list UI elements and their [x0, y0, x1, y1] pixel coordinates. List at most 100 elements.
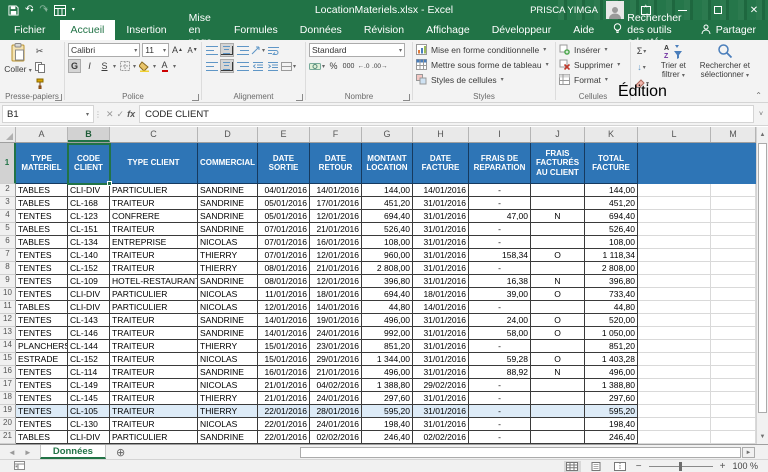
cell-C16[interactable]: TRAITEUR [110, 366, 198, 379]
cell-J14[interactable] [531, 340, 585, 353]
cell-K4[interactable]: 694,40 [585, 210, 638, 223]
cell-E9[interactable]: 08/01/2016 [258, 275, 310, 288]
column-header-D[interactable]: D [198, 127, 258, 142]
cell-H4[interactable]: 31/01/2016 [413, 210, 469, 223]
cell-G17[interactable]: 1 388,80 [362, 379, 413, 392]
cell-I11[interactable]: - [469, 301, 531, 314]
cell-A14[interactable]: PLANCHERS [16, 340, 68, 353]
cell-C21[interactable]: PARTICULIER [110, 431, 198, 444]
cell-I3[interactable]: - [469, 197, 531, 210]
redo-dropdown-icon[interactable]: ▾ [45, 8, 48, 14]
cell-E20[interactable]: 22/01/2016 [258, 418, 310, 431]
scroll-up-icon[interactable]: ▲ [757, 127, 768, 142]
format-painter-button[interactable] [33, 76, 46, 90]
cell-A7[interactable]: TENTES [16, 249, 68, 262]
cut-button[interactable]: ✂ [33, 44, 46, 58]
cell-G5[interactable]: 526,40 [362, 223, 413, 236]
close-button[interactable]: ✕ [740, 0, 768, 20]
row-header-17[interactable]: 17 [0, 379, 16, 392]
paste-dropdown-icon[interactable]: ▾ [29, 68, 32, 74]
sheet-nav-left-icon[interactable]: ◄ [8, 448, 16, 457]
row-header-4[interactable]: 4 [0, 210, 16, 223]
cell-M5[interactable] [711, 223, 756, 236]
cell-G7[interactable]: 960,00 [362, 249, 413, 262]
cell-E11[interactable]: 12/01/2016 [258, 301, 310, 314]
align-left-icon[interactable] [205, 59, 218, 73]
cell-H17[interactable]: 29/02/2016 [413, 379, 469, 392]
row-header-15[interactable]: 15 [0, 353, 16, 366]
cell-M20[interactable] [711, 418, 756, 431]
cell-M8[interactable] [711, 262, 756, 275]
avatar[interactable] [606, 1, 624, 19]
cell-I2[interactable]: - [469, 184, 531, 197]
cell-B12[interactable]: CL-143 [68, 314, 110, 327]
cell-H1[interactable]: DATE FACTURE [413, 143, 469, 184]
undo-dropdown-icon[interactable]: ▾ [30, 8, 33, 14]
cell-L18[interactable] [638, 392, 711, 405]
cell-C11[interactable]: PARTICULIER [110, 301, 198, 314]
cell-F14[interactable]: 23/01/2016 [310, 340, 362, 353]
cell-J6[interactable] [531, 236, 585, 249]
cell-H18[interactable]: 31/01/2016 [413, 392, 469, 405]
row-header-20[interactable]: 20 [0, 418, 16, 431]
cell-G3[interactable]: 451,20 [362, 197, 413, 210]
cell-J9[interactable]: N [531, 275, 585, 288]
cell-D4[interactable]: SANDRINE [198, 210, 258, 223]
save-icon[interactable] [8, 4, 19, 16]
cell-A9[interactable]: TENTES [16, 275, 68, 288]
autosum-button[interactable]: Σ ▾ [634, 44, 649, 58]
cell-G10[interactable]: 694,40 [362, 288, 413, 301]
cell-A20[interactable]: TENTES [16, 418, 68, 431]
cell-K2[interactable]: 144,00 [585, 184, 638, 197]
cell-M7[interactable] [711, 249, 756, 262]
share-button[interactable]: Partager [701, 20, 768, 40]
increase-indent-icon[interactable] [266, 59, 279, 73]
cell-G8[interactable]: 2 808,00 [362, 262, 413, 275]
cell-M21[interactable] [711, 431, 756, 444]
cell-B4[interactable]: CL-123 [68, 210, 110, 223]
cell-B7[interactable]: CL-140 [68, 249, 110, 262]
minimize-button[interactable] [668, 0, 696, 20]
cell-L8[interactable] [638, 262, 711, 275]
cell-G18[interactable]: 297,60 [362, 392, 413, 405]
zoom-in-button[interactable]: + [720, 461, 726, 472]
column-header-I[interactable]: I [469, 127, 531, 142]
cell-B21[interactable]: CLI-DIV [68, 431, 110, 444]
cell-I6[interactable]: - [469, 236, 531, 249]
ribbon-display-options-button[interactable] [632, 0, 660, 20]
cell-H14[interactable]: 31/01/2016 [413, 340, 469, 353]
font-name-select[interactable]: Calibri ▾ [68, 43, 141, 57]
cell-K21[interactable]: 246,40 [585, 431, 638, 444]
cell-J21[interactable] [531, 431, 585, 444]
cell-F19[interactable]: 28/01/2016 [310, 405, 362, 418]
cell-C17[interactable]: TRAITEUR [110, 379, 198, 392]
cell-D19[interactable]: THIERRY [198, 405, 258, 418]
cell-M17[interactable] [711, 379, 756, 392]
font-color-dropdown-icon[interactable]: ▾ [173, 63, 176, 70]
cell-I13[interactable]: 58,00 [469, 327, 531, 340]
cell-F15[interactable]: 29/01/2016 [310, 353, 362, 366]
cell-K20[interactable]: 198,40 [585, 418, 638, 431]
cell-H9[interactable]: 31/01/2016 [413, 275, 469, 288]
cell-G11[interactable]: 44,80 [362, 301, 413, 314]
alignment-dialog-launcher[interactable] [296, 94, 303, 101]
cell-G16[interactable]: 496,00 [362, 366, 413, 379]
column-header-J[interactable]: J [531, 127, 585, 142]
cell-K16[interactable]: 496,00 [585, 366, 638, 379]
cell-L7[interactable] [638, 249, 711, 262]
cell-I8[interactable]: - [469, 262, 531, 275]
cell-C1[interactable]: TYPE CLIENT [110, 143, 198, 184]
copy-button[interactable] [33, 60, 46, 74]
cell-L6[interactable] [638, 236, 711, 249]
select-all-corner[interactable] [0, 127, 16, 142]
account-name[interactable]: PRISCA YIMGA [530, 5, 598, 16]
cell-L3[interactable] [638, 197, 711, 210]
cell-D3[interactable]: SANDRINE [198, 197, 258, 210]
cell-G19[interactable]: 595,20 [362, 405, 413, 418]
row-header-1[interactable]: 1 [0, 143, 16, 184]
insert-function-icon[interactable]: fx [127, 109, 135, 120]
cancel-entry-icon[interactable]: ✕ [106, 109, 114, 120]
cell-H8[interactable]: 31/01/2016 [413, 262, 469, 275]
cell-F11[interactable]: 14/01/2016 [310, 301, 362, 314]
cell-J1[interactable]: FRAIS FACTURÉS AU CLIENT [531, 143, 585, 184]
